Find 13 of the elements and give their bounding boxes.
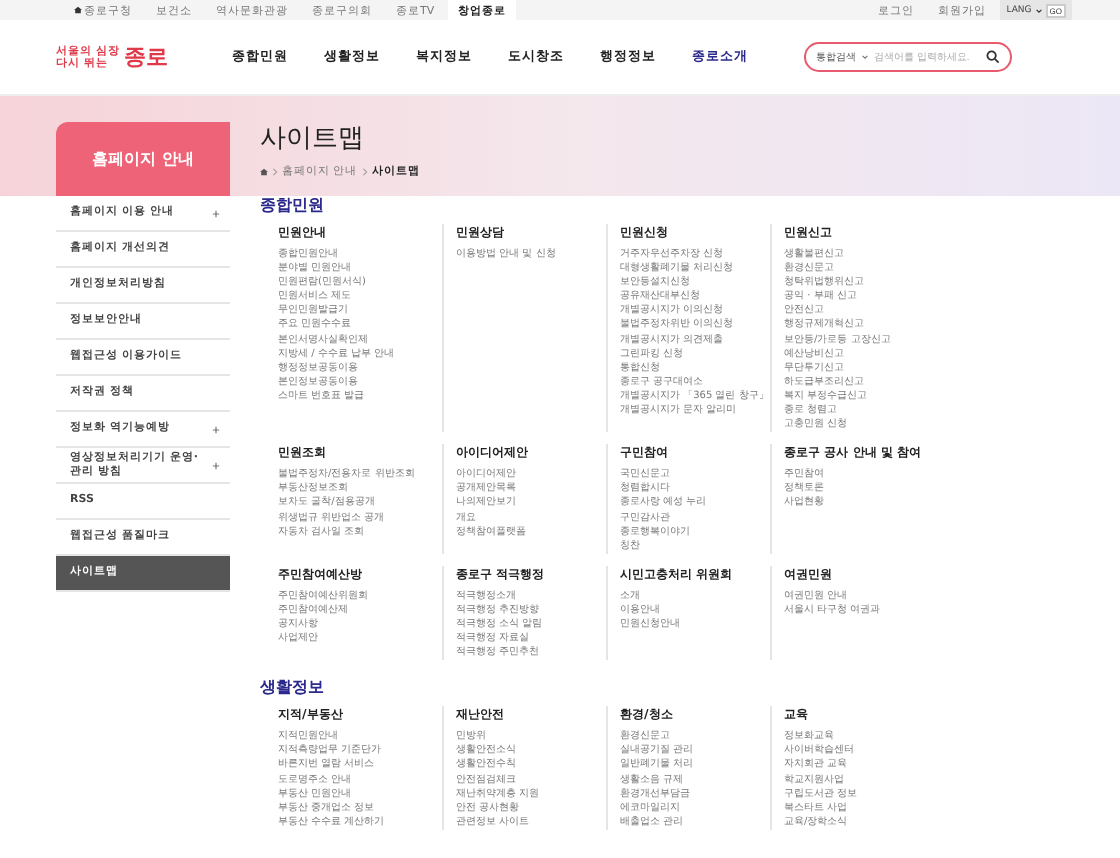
chevron-icon — [361, 167, 368, 175]
section-title: 생활정보 — [260, 678, 326, 699]
caret-icon — [862, 54, 868, 60]
plus-icon[interactable] — [212, 461, 220, 469]
chevron-icon — [272, 167, 278, 175]
home-icon[interactable] — [260, 167, 268, 175]
search-icon[interactable] — [986, 50, 1000, 64]
sidebar-title: 홈페이지 안내 — [56, 122, 230, 196]
plus-icon[interactable] — [212, 209, 220, 217]
plus-icon[interactable] — [212, 425, 220, 433]
caret-icon — [1035, 7, 1042, 13]
section-title: 종합민원 — [260, 196, 326, 216]
page-title: 사이트맵 — [260, 122, 366, 156]
